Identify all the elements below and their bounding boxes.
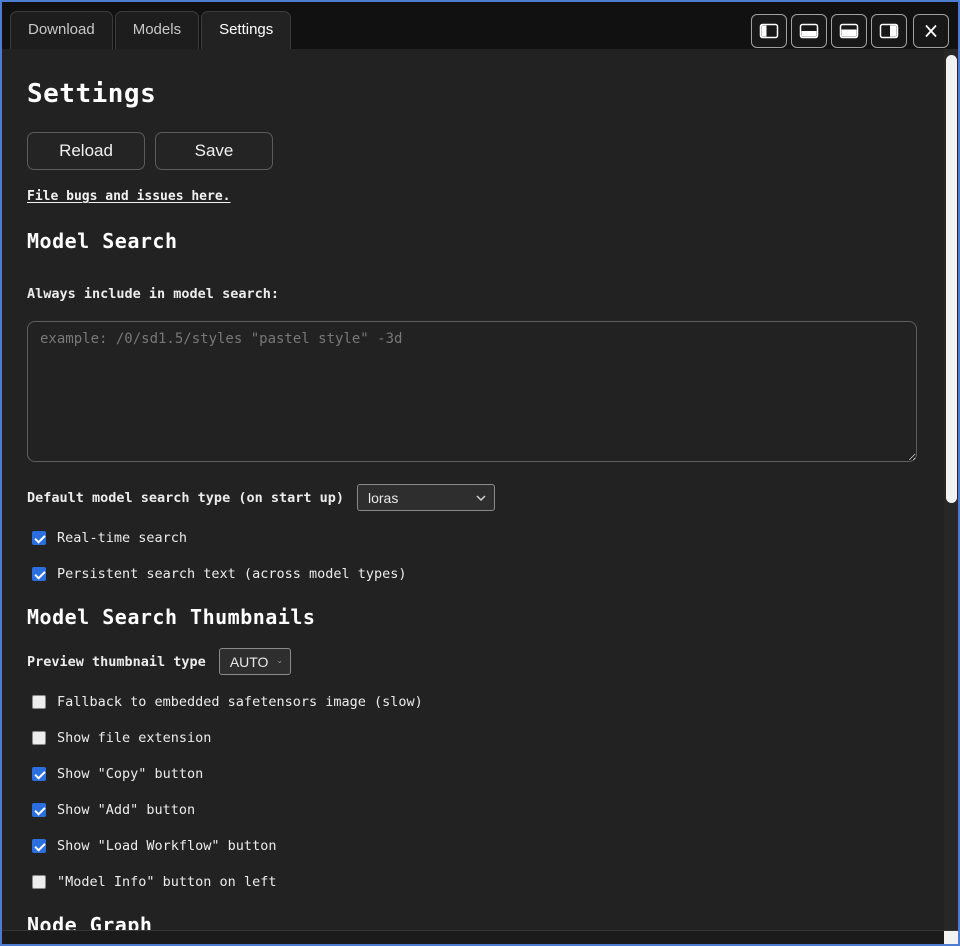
dock-right-button[interactable] — [871, 14, 907, 48]
vertical-scrollbar-thumb[interactable] — [946, 55, 957, 503]
preview-thumbnail-type-row: Preview thumbnail type AUTO — [27, 648, 917, 675]
select-value: loras — [368, 490, 466, 506]
checkbox[interactable] — [32, 731, 46, 745]
checkbox-row-fallback-safetensors[interactable]: Fallback to embedded safetensors image (… — [27, 694, 423, 710]
checkbox-label: "Model Info" button on left — [57, 874, 276, 890]
dock-right-icon — [879, 23, 899, 39]
dock-bottom-expand-icon — [839, 23, 859, 39]
chevron-down-icon — [476, 495, 486, 501]
close-button[interactable] — [913, 14, 949, 48]
checkbox-row-show-file-extension[interactable]: Show file extension — [27, 730, 211, 746]
default-search-type-select[interactable]: loras — [357, 484, 495, 511]
section-node-graph: Node Graph — [27, 913, 917, 930]
save-button[interactable]: Save — [155, 132, 273, 170]
checkbox[interactable] — [32, 531, 46, 545]
dock-left-button[interactable] — [751, 14, 787, 48]
vertical-scrollbar[interactable] — [944, 49, 958, 930]
checkbox-label: Real-time search — [57, 530, 187, 546]
app-window: Download Models Settings — [0, 0, 960, 946]
tab-models[interactable]: Models — [115, 11, 199, 49]
section-model-search: Model Search — [27, 229, 917, 253]
section-model-search-thumbnails: Model Search Thumbnails — [27, 605, 917, 629]
dock-bottom-icon — [799, 23, 819, 39]
checkbox-label: Persistent search text (across model typ… — [57, 566, 407, 582]
horizontal-scrollbar[interactable] — [2, 930, 958, 944]
horizontal-scrollbar-track[interactable] — [2, 931, 944, 944]
file-bugs-link[interactable]: File bugs and issues here. — [27, 189, 231, 204]
checkbox-row-persistent-search[interactable]: Persistent search text (across model typ… — [27, 566, 407, 582]
dock-bottom-expand-button[interactable] — [831, 14, 867, 48]
checkbox-row-model-info-left[interactable]: "Model Info" button on left — [27, 874, 276, 890]
page-title: Settings — [27, 79, 917, 109]
close-icon — [922, 23, 940, 39]
action-buttons: Reload Save — [27, 132, 917, 170]
checkbox[interactable] — [32, 567, 46, 581]
checkbox[interactable] — [32, 839, 46, 853]
select-value: AUTO — [230, 654, 269, 670]
checkbox[interactable] — [32, 695, 46, 709]
checkbox-row-show-copy-button[interactable]: Show "Copy" button — [27, 766, 203, 782]
checkbox[interactable] — [32, 767, 46, 781]
checkbox[interactable] — [32, 875, 46, 889]
reload-button[interactable]: Reload — [27, 132, 145, 170]
main-region: Settings Reload Save File bugs and issue… — [2, 49, 958, 930]
chevron-down-icon — [278, 659, 281, 665]
preview-thumbnail-type-select[interactable]: AUTO — [219, 648, 291, 675]
tab-settings[interactable]: Settings — [201, 11, 291, 49]
checkbox-label: Show "Copy" button — [57, 766, 203, 782]
always-include-textarea[interactable] — [27, 321, 917, 462]
checkbox-label: Show file extension — [57, 730, 211, 746]
scrollbar-corner — [944, 931, 958, 944]
tab-strip: Download Models Settings — [10, 11, 291, 49]
default-search-type-label: Default model search type (on start up) — [27, 490, 344, 506]
checkbox-row-show-load-workflow-button[interactable]: Show "Load Workflow" button — [27, 838, 276, 854]
checkbox-label: Fallback to embedded safetensors image (… — [57, 694, 423, 710]
tab-bar: Download Models Settings — [2, 2, 958, 49]
checkbox-label: Show "Add" button — [57, 802, 195, 818]
settings-panel: Settings Reload Save File bugs and issue… — [2, 49, 944, 930]
checkbox-label: Show "Load Workflow" button — [57, 838, 276, 854]
preview-thumbnail-type-label: Preview thumbnail type — [27, 654, 206, 670]
checkbox-row-realtime-search[interactable]: Real-time search — [27, 530, 187, 546]
default-search-type-row: Default model search type (on start up) … — [27, 484, 917, 511]
always-include-label: Always include in model search: — [27, 286, 917, 302]
checkbox-row-show-add-button[interactable]: Show "Add" button — [27, 802, 195, 818]
dock-bottom-button[interactable] — [791, 14, 827, 48]
window-buttons — [751, 14, 958, 48]
dock-left-icon — [759, 23, 779, 39]
checkbox[interactable] — [32, 803, 46, 817]
tab-download[interactable]: Download — [10, 11, 113, 49]
